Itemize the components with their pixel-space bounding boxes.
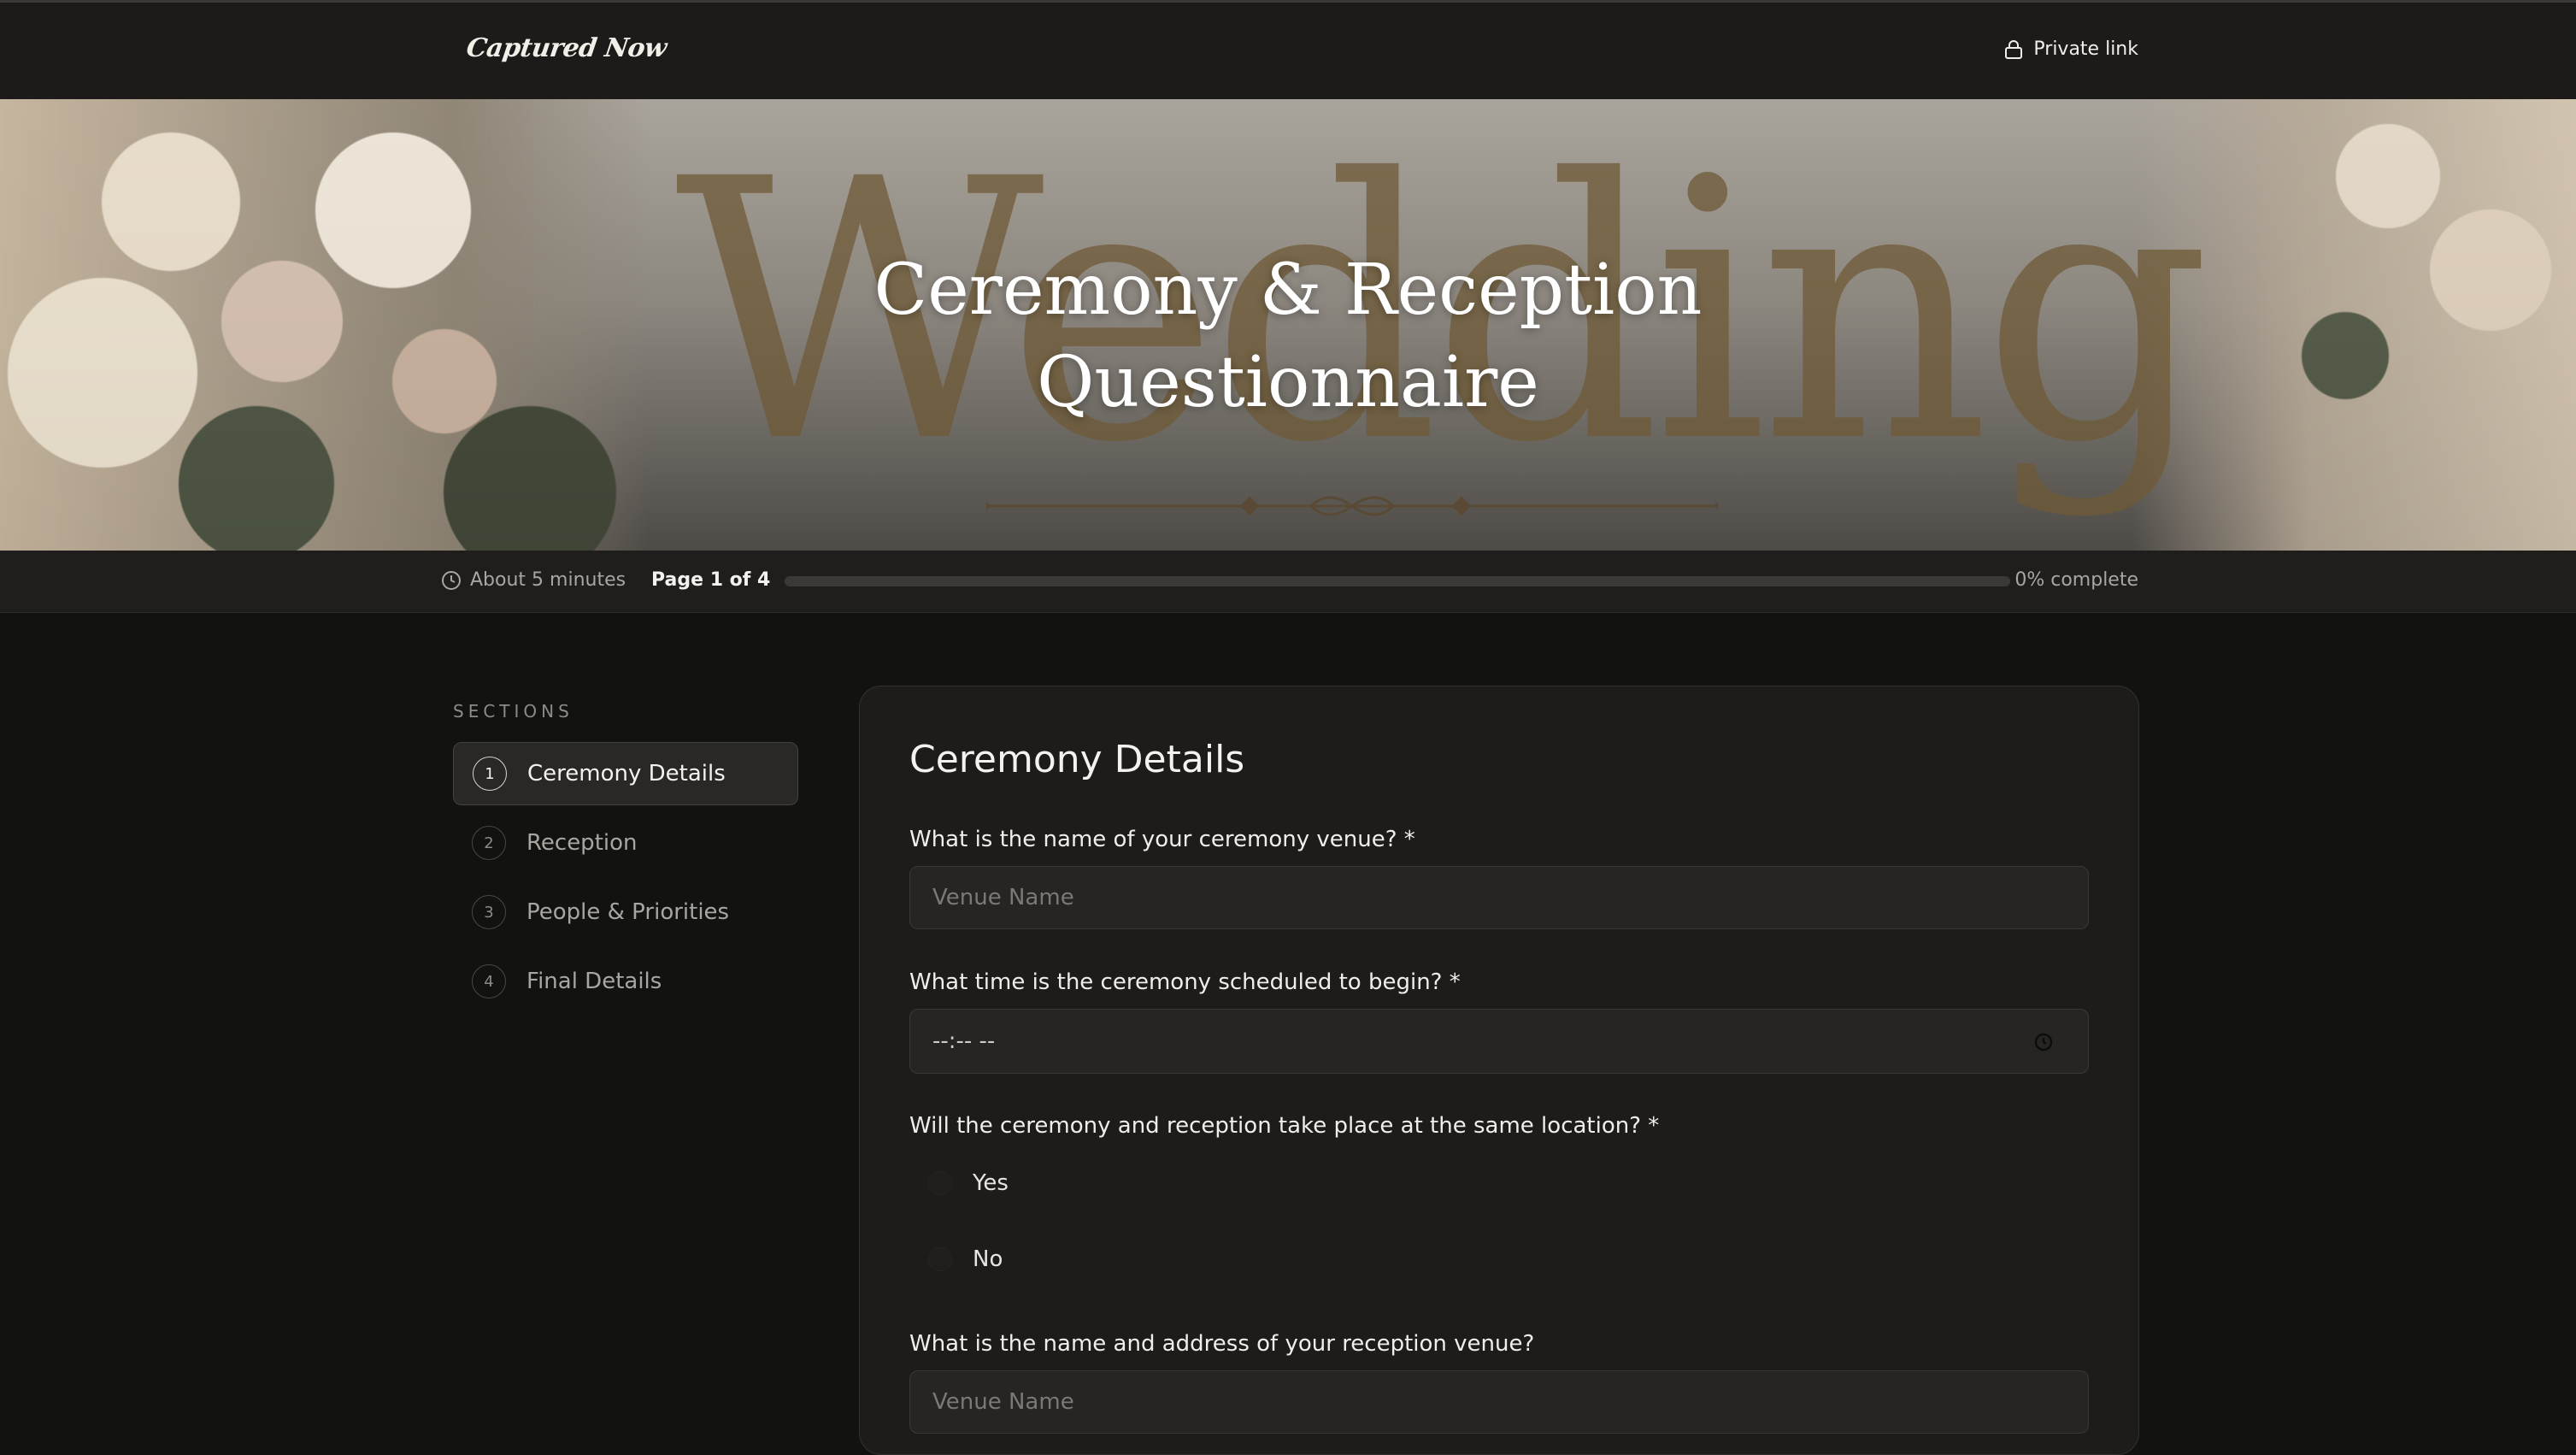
page-title-line-1: Ceremony & Reception (873, 250, 1703, 331)
sections-heading: SECTIONS (453, 701, 573, 722)
form-card: Ceremony Details What is the name of you… (859, 686, 2139, 1455)
section-nav: 1 Ceremony Details 2 Reception 3 People … (453, 742, 798, 1019)
section-number-badge: 1 (473, 757, 507, 791)
sidebar-item-final-details[interactable]: 4 Final Details (453, 950, 798, 1013)
reception-venue-input[interactable] (909, 1370, 2089, 1434)
radio-label: No (973, 1246, 1003, 1272)
duration-info: About 5 minutes (441, 569, 626, 591)
radio-label: Yes (973, 1170, 1009, 1196)
ceremony-time-value: --:-- -- (932, 1028, 996, 1054)
radio-button[interactable] (928, 1247, 952, 1271)
clock-icon (442, 570, 461, 590)
sidebar-item-label: Final Details (526, 969, 662, 994)
section-number-badge: 4 (472, 964, 506, 998)
same-location-option-no[interactable]: No (928, 1246, 1003, 1272)
section-number-badge: 2 (472, 826, 506, 860)
page-title-line-2: Questionnaire (1037, 342, 1539, 423)
section-number-badge: 3 (472, 895, 506, 929)
lock-icon (2005, 39, 2023, 59)
reception-venue-label: What is the name and address of your rec… (909, 1331, 1535, 1357)
page-title: Ceremony & Reception Questionnaire (690, 244, 1886, 429)
clock-icon[interactable] (2033, 1032, 2054, 1052)
sidebar-item-label: Reception (526, 830, 638, 856)
ceremony-venue-input[interactable] (909, 866, 2089, 929)
private-link-indicator: Private link (2004, 38, 2138, 60)
progress-strip: About 5 minutes Page 1 of 4 0% complete (0, 551, 2576, 613)
duration-label: About 5 minutes (470, 569, 626, 591)
sidebar-item-label: People & Priorities (526, 899, 730, 925)
hero-banner: Wedding Ceremony & Reception Questionnai… (0, 99, 2576, 551)
radio-button[interactable] (928, 1171, 952, 1195)
sidebar-item-label: Ceremony Details (527, 761, 726, 786)
page-indicator: Page 1 of 4 (651, 569, 771, 591)
ceremony-time-label: What time is the ceremony scheduled to b… (909, 969, 1461, 995)
ceremony-venue-label: What is the name of your ceremony venue?… (909, 827, 1415, 852)
progress-bar (785, 576, 2010, 586)
same-location-option-yes[interactable]: Yes (928, 1170, 1009, 1196)
section-title: Ceremony Details (909, 738, 1245, 781)
flower-decoration-left (0, 99, 650, 551)
ornament-divider (986, 496, 1718, 516)
top-bar: Captured Now Private link (0, 0, 2576, 99)
progress-percent: 0% complete (2014, 569, 2138, 591)
sidebar-item-reception[interactable]: 2 Reception (453, 811, 798, 875)
sidebar-item-ceremony-details[interactable]: 1 Ceremony Details (453, 742, 798, 805)
sidebar-item-people-priorities[interactable]: 3 People & Priorities (453, 881, 798, 944)
same-location-label: Will the ceremony and reception take pla… (909, 1113, 1660, 1139)
ceremony-time-input[interactable]: --:-- -- (909, 1009, 2089, 1074)
brand-logo[interactable]: Captured Now (465, 33, 668, 63)
private-link-label: Private link (2033, 38, 2138, 60)
